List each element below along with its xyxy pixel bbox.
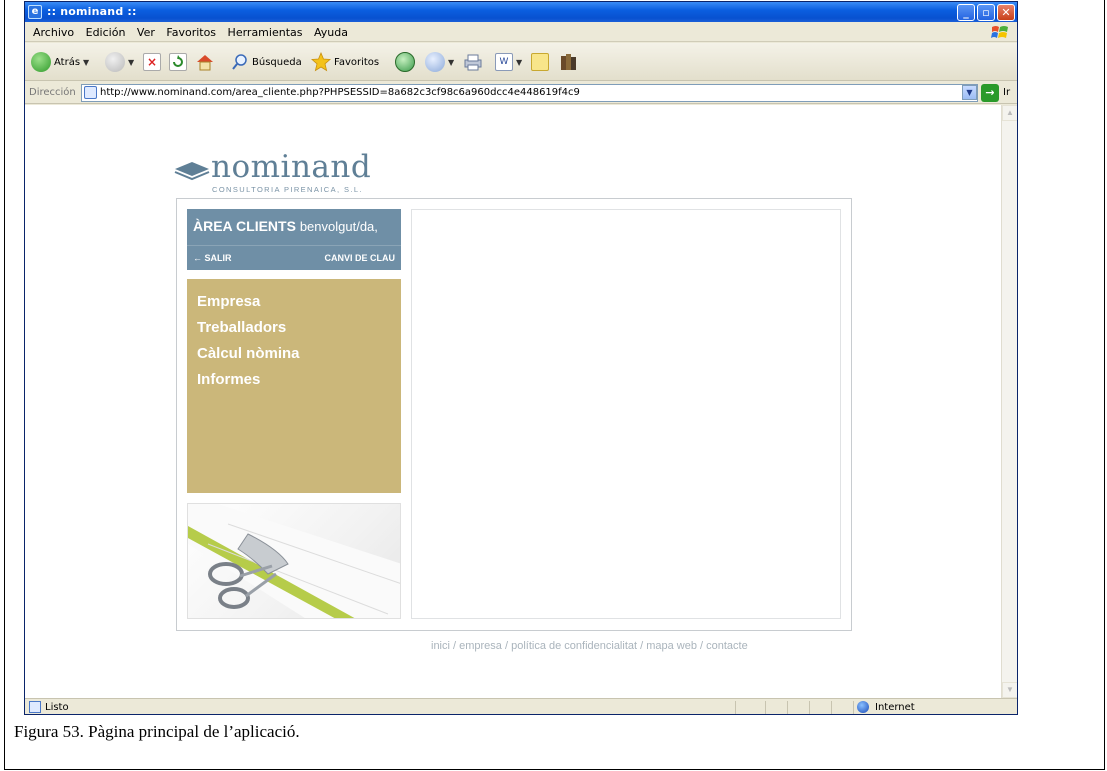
search-icon — [232, 54, 247, 70]
content-panel — [411, 209, 841, 619]
print-button[interactable] — [463, 51, 483, 73]
history-button[interactable] — [395, 51, 415, 73]
back-button[interactable]: Atrás ▼ — [31, 51, 89, 73]
logo-subtitle: CONSULTORIA PIRENAICA, S.L. — [212, 185, 363, 194]
status-segment — [831, 701, 853, 714]
change-password-link[interactable]: CANVI DE CLAU — [324, 253, 395, 263]
menu-item-calcul-nomina[interactable]: Càlcul nòmina — [197, 345, 300, 362]
logo-mark-icon — [174, 162, 210, 181]
printer-icon — [464, 54, 482, 71]
footer-links[interactable]: inici / empresa / política de confidenci… — [431, 640, 748, 652]
minimize-button[interactable]: _ — [957, 4, 975, 21]
ie-icon: e — [28, 5, 42, 19]
history-icon — [395, 52, 415, 72]
refresh-button[interactable] — [169, 51, 187, 73]
url-text: http://www.nominand.com/area_cliente.php… — [100, 87, 580, 98]
status-segment — [765, 701, 787, 714]
go-button[interactable]: Ir — [1003, 87, 1010, 98]
browser-window: e :: nominand :: _ ▫ ✕ Archivo Edición V… — [24, 1, 1018, 715]
chevron-down-icon: ▼ — [448, 57, 455, 67]
maximize-button[interactable]: ▫ — [977, 4, 995, 21]
window-title: :: nominand :: — [47, 5, 137, 18]
client-area-header: ÀREA CLIENTS benvolgut/da, ← SALIR CANVI… — [187, 209, 401, 270]
star-icon — [311, 52, 331, 72]
discuss-button[interactable] — [531, 51, 549, 73]
address-label: Dirección — [29, 87, 76, 98]
greeting-text: benvolgut/da, — [299, 219, 378, 234]
mail-icon — [425, 52, 445, 72]
page-icon — [84, 86, 97, 99]
status-segment — [735, 701, 765, 714]
stop-button[interactable]: × — [143, 51, 161, 73]
menu-item-treballadors[interactable]: Treballadors — [197, 319, 286, 336]
zone-text: Internet — [875, 702, 915, 713]
client-area-title: ÀREA CLIENTS — [193, 218, 296, 234]
menu-bar: Archivo Edición Ver Favoritos Herramient… — [25, 22, 1017, 42]
site-container: ÀREA CLIENTS benvolgut/da, ← SALIR CANVI… — [176, 198, 852, 631]
research-button[interactable] — [559, 51, 579, 73]
menu-archivo[interactable]: Archivo — [33, 26, 74, 39]
vertical-scrollbar[interactable]: ▲ ▼ — [1001, 105, 1017, 698]
menu-item-empresa[interactable]: Empresa — [197, 293, 260, 310]
note-icon — [531, 53, 549, 71]
menu-edicion[interactable]: Edición — [86, 26, 126, 39]
address-dropdown-icon[interactable]: ▼ — [962, 85, 977, 100]
address-bar: Dirección http://www.nominand.com/area_c… — [25, 82, 1017, 104]
menu-ayuda[interactable]: Ayuda — [314, 26, 348, 39]
url-input[interactable]: http://www.nominand.com/area_cliente.php… — [81, 84, 978, 102]
forward-arrow-icon — [105, 52, 125, 72]
go-arrow-icon[interactable]: → — [981, 84, 999, 102]
chevron-down-icon: ▼ — [83, 57, 90, 67]
page-viewport: nominand CONSULTORIA PIRENAICA, S.L. ÀRE… — [25, 105, 1001, 698]
windows-logo-icon — [991, 26, 1008, 38]
toolbar: Atrás ▼ ▼ × Búsqueda Favoritos ▼ W ▼ — [25, 43, 1017, 81]
chevron-down-icon: ▼ — [128, 57, 135, 67]
chevron-down-icon: ▼ — [516, 57, 523, 67]
scroll-down-icon[interactable]: ▼ — [1002, 682, 1017, 698]
title-bar[interactable]: e :: nominand :: _ ▫ ✕ — [25, 2, 1017, 22]
back-arrow-icon — [31, 52, 51, 72]
status-text: Listo — [45, 702, 69, 713]
header-divider — [187, 245, 401, 246]
status-segment — [809, 701, 831, 714]
page-status-icon — [29, 701, 41, 713]
close-button[interactable]: ✕ — [997, 4, 1015, 21]
binder-clip-photo — [187, 503, 401, 619]
stop-icon: × — [143, 53, 161, 71]
word-document-icon: W — [495, 53, 513, 71]
menu-herramientas[interactable]: Herramientas — [228, 26, 303, 39]
status-segment — [787, 701, 809, 714]
edit-button[interactable]: W ▼ — [495, 51, 522, 73]
mail-button[interactable]: ▼ — [425, 51, 454, 73]
forward-button[interactable]: ▼ — [105, 51, 134, 73]
globe-icon — [857, 701, 869, 713]
books-icon — [561, 54, 576, 70]
menu-item-informes[interactable]: Informes — [197, 371, 260, 388]
client-menu: Empresa Treballadors Càlcul nòmina Infor… — [187, 279, 401, 493]
favorites-button[interactable]: Favoritos — [311, 51, 379, 73]
menu-ver[interactable]: Ver — [137, 26, 155, 39]
refresh-icon — [169, 53, 187, 71]
figure-caption: Figura 53. Pàgina principal de l’aplicac… — [14, 722, 300, 741]
logout-link[interactable]: ← SALIR — [193, 253, 232, 263]
search-button[interactable]: Búsqueda — [231, 51, 302, 73]
scroll-up-icon[interactable]: ▲ — [1002, 105, 1017, 121]
home-icon — [197, 55, 213, 71]
home-button[interactable] — [195, 51, 215, 73]
logo-wordmark: nominand — [211, 149, 372, 185]
status-bar: Listo Internet — [25, 698, 1017, 714]
menu-favoritos[interactable]: Favoritos — [166, 26, 216, 39]
